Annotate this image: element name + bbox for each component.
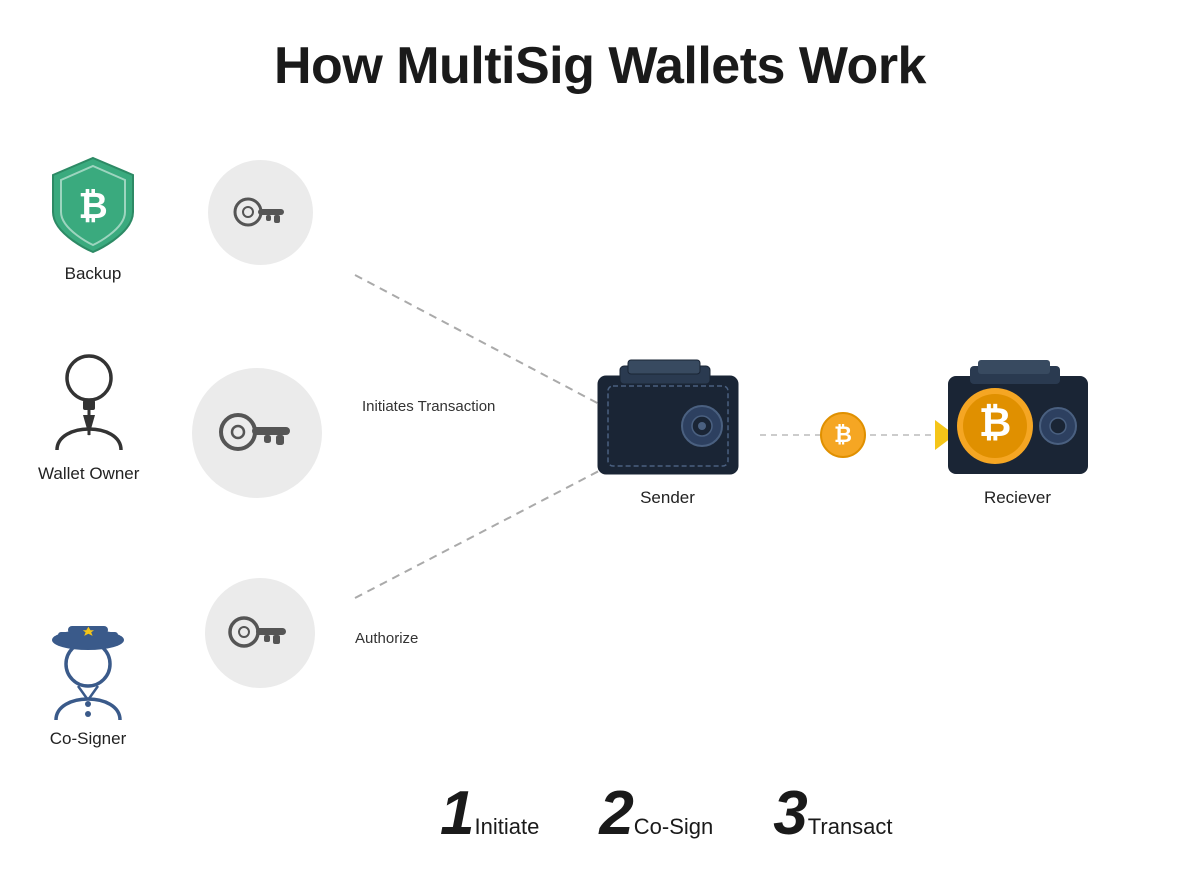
transfer-bitcoin: ₿ bbox=[820, 412, 866, 458]
wallet-owner-label: Wallet Owner bbox=[38, 464, 139, 484]
sender-wallet-icon bbox=[590, 358, 745, 488]
shield-bitcoin-icon: ₿ bbox=[38, 150, 148, 260]
receiver-label: Reciever bbox=[984, 488, 1051, 508]
svg-text:₿: ₿ bbox=[979, 401, 1012, 445]
receiver-wrap: ₿ Reciever bbox=[940, 358, 1095, 508]
step-1: 1 Initiate bbox=[440, 783, 539, 845]
wallet-owner-icon bbox=[39, 350, 139, 460]
step-3-number: 3 bbox=[773, 783, 807, 845]
cosigner-key-circle bbox=[205, 578, 315, 688]
step-1-number: 1 bbox=[440, 783, 474, 845]
backup-key-circle bbox=[208, 160, 313, 265]
co-signer-icon bbox=[38, 610, 138, 725]
step-3-text: Transact bbox=[808, 814, 893, 840]
persona-backup: ₿ Backup bbox=[38, 150, 148, 284]
step-2: 2 Co-Sign bbox=[599, 783, 713, 845]
page-title: How MultiSig Wallets Work bbox=[0, 0, 1200, 96]
svg-text:₿: ₿ bbox=[78, 185, 107, 226]
initiates-label: Initiates Transaction bbox=[362, 398, 495, 416]
step-3: 3 Transact bbox=[773, 783, 892, 845]
step-1-text: Initiate bbox=[474, 814, 539, 840]
step-2-number: 2 bbox=[599, 783, 633, 845]
diagram-area: ₿ Backup Wallet Owner bbox=[0, 120, 1200, 869]
sender-label: Sender bbox=[640, 488, 695, 508]
sender-wrap: Sender bbox=[590, 358, 745, 508]
authorize-label: Authorize bbox=[355, 630, 418, 648]
steps-row: 1 Initiate 2 Co-Sign 3 Transact bbox=[440, 783, 893, 845]
persona-co-signer: Co-Signer bbox=[38, 610, 138, 749]
backup-key-icon bbox=[230, 194, 292, 232]
persona-wallet-owner: Wallet Owner bbox=[38, 350, 139, 484]
owner-key-icon bbox=[216, 408, 298, 458]
receiver-wallet-icon: ₿ bbox=[940, 358, 1095, 488]
step-2-text: Co-Sign bbox=[634, 814, 713, 840]
co-signer-label: Co-Signer bbox=[50, 729, 127, 749]
cosigner-key-icon bbox=[226, 612, 294, 654]
owner-key-circle bbox=[192, 368, 322, 498]
backup-label: Backup bbox=[65, 264, 122, 284]
